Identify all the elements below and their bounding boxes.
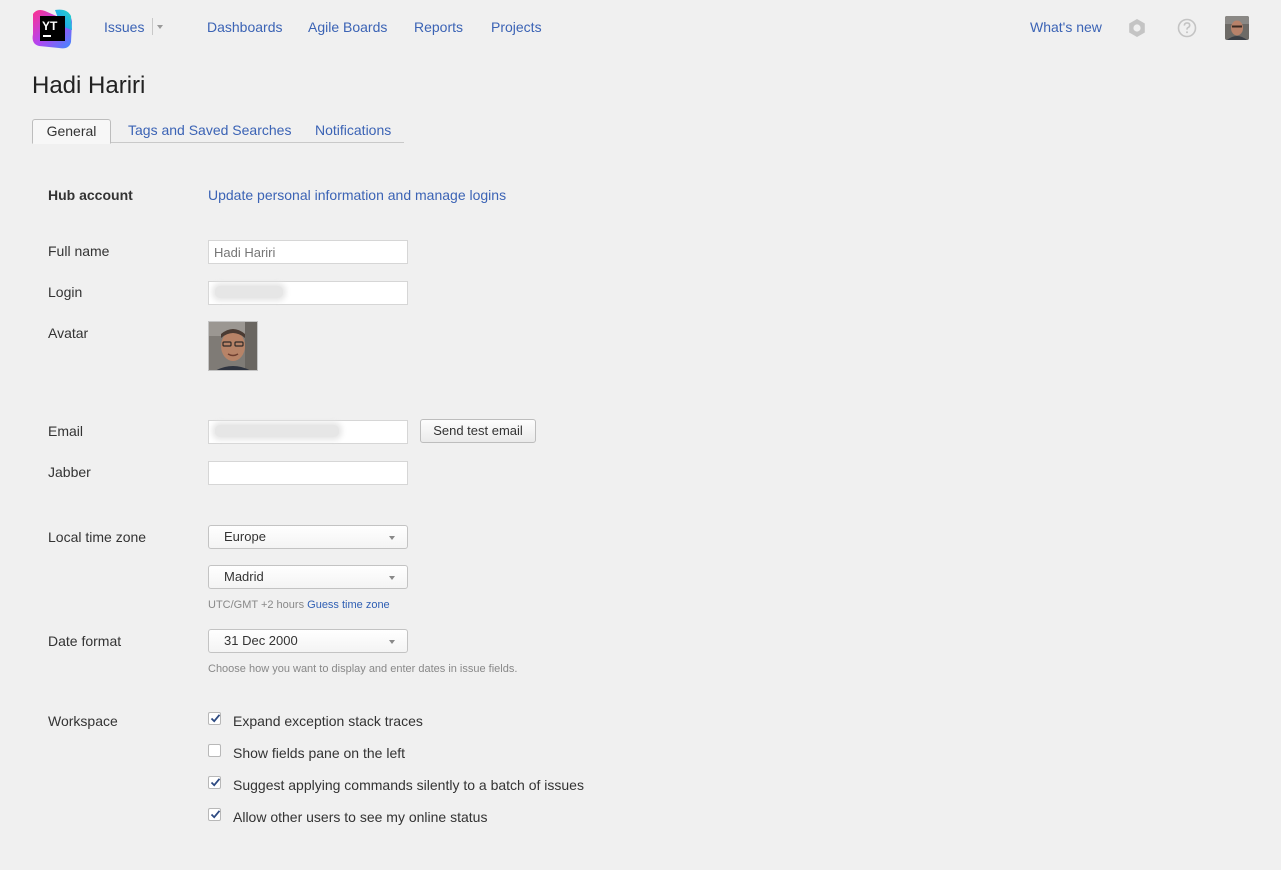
jabber-label: Jabber xyxy=(48,464,91,480)
email-field[interactable] xyxy=(208,420,408,444)
checkmark-icon xyxy=(210,714,221,723)
timezone-city-select[interactable]: Madrid xyxy=(208,565,408,589)
logo-text: YT xyxy=(42,19,58,33)
expand-stack-traces-checkbox[interactable] xyxy=(208,712,221,725)
nav-projects[interactable]: Projects xyxy=(491,18,542,36)
redacted-login xyxy=(215,286,283,298)
expand-stack-traces-label[interactable]: Expand exception stack traces xyxy=(233,712,423,730)
timezone-label: Local time zone xyxy=(48,529,147,545)
online-status-label[interactable]: Allow other users to see my online statu… xyxy=(233,808,487,826)
timezone-region-value: Europe xyxy=(224,529,266,544)
top-header: YT Issues Dashboards Agile Boards Report… xyxy=(0,0,1281,56)
jabber-field[interactable] xyxy=(208,461,408,485)
tab-tags-and-saved-searches[interactable]: Tags and Saved Searches xyxy=(128,119,291,142)
nav-agile-boards[interactable]: Agile Boards xyxy=(308,18,387,36)
issues-dropdown-icon[interactable] xyxy=(157,25,163,29)
redacted-email xyxy=(215,425,339,437)
timezone-city-value: Madrid xyxy=(224,569,264,584)
whats-new-link[interactable]: What's new xyxy=(1030,18,1102,36)
nav-dashboards[interactable]: Dashboards xyxy=(207,18,283,36)
avatar-label: Avatar xyxy=(48,325,89,341)
workspace-label: Workspace xyxy=(48,713,118,729)
timezone-offset-text: UTC/GMT +2 hours xyxy=(208,599,305,611)
login-field[interactable] xyxy=(208,281,408,305)
date-format-select[interactable]: 31 Dec 2000 xyxy=(208,629,408,653)
hub-account-label: Hub account xyxy=(48,187,133,203)
full-name-label: Full name xyxy=(48,243,110,259)
suggest-commands-silently-label[interactable]: Suggest applying commands silently to a … xyxy=(233,776,584,794)
show-fields-pane-checkbox[interactable] xyxy=(208,744,221,757)
manage-hub-account-link[interactable]: Update personal information and manage l… xyxy=(208,186,506,204)
guess-time-zone-link[interactable]: Guess time zone xyxy=(307,599,390,611)
youtrack-logo[interactable]: YT xyxy=(31,8,73,50)
settings-gear-icon[interactable] xyxy=(1126,17,1148,39)
chevron-down-icon xyxy=(389,576,395,580)
email-label: Email xyxy=(48,423,84,439)
date-format-label: Date format xyxy=(48,633,122,649)
date-format-hint: Choose how you want to display and enter… xyxy=(208,663,518,675)
checkmark-icon xyxy=(210,810,221,819)
tab-notifications[interactable]: Notifications xyxy=(315,119,391,142)
online-status-checkbox[interactable] xyxy=(208,808,221,821)
checkmark-icon xyxy=(210,778,221,787)
tab-general[interactable]: General xyxy=(32,119,111,144)
chevron-down-icon xyxy=(389,640,395,644)
show-fields-pane-label[interactable]: Show fields pane on the left xyxy=(233,744,405,762)
avatar-image[interactable] xyxy=(208,321,258,371)
login-label: Login xyxy=(48,284,83,300)
user-avatar[interactable] xyxy=(1225,16,1249,40)
help-icon[interactable] xyxy=(1176,17,1198,39)
nav-reports[interactable]: Reports xyxy=(414,18,463,36)
timezone-region-select[interactable]: Europe xyxy=(208,525,408,549)
chevron-down-icon xyxy=(389,536,395,540)
date-format-value: 31 Dec 2000 xyxy=(224,633,298,648)
suggest-commands-silently-checkbox[interactable] xyxy=(208,776,221,789)
nav-separator xyxy=(152,18,153,35)
page-title: Hadi Hariri xyxy=(32,72,146,99)
timezone-hint: UTC/GMT +2 hours Guess time zone xyxy=(208,598,390,612)
full-name-field[interactable] xyxy=(208,240,408,264)
nav-issues[interactable]: Issues xyxy=(104,18,144,36)
send-test-email-button[interactable]: Send test email xyxy=(420,419,536,443)
